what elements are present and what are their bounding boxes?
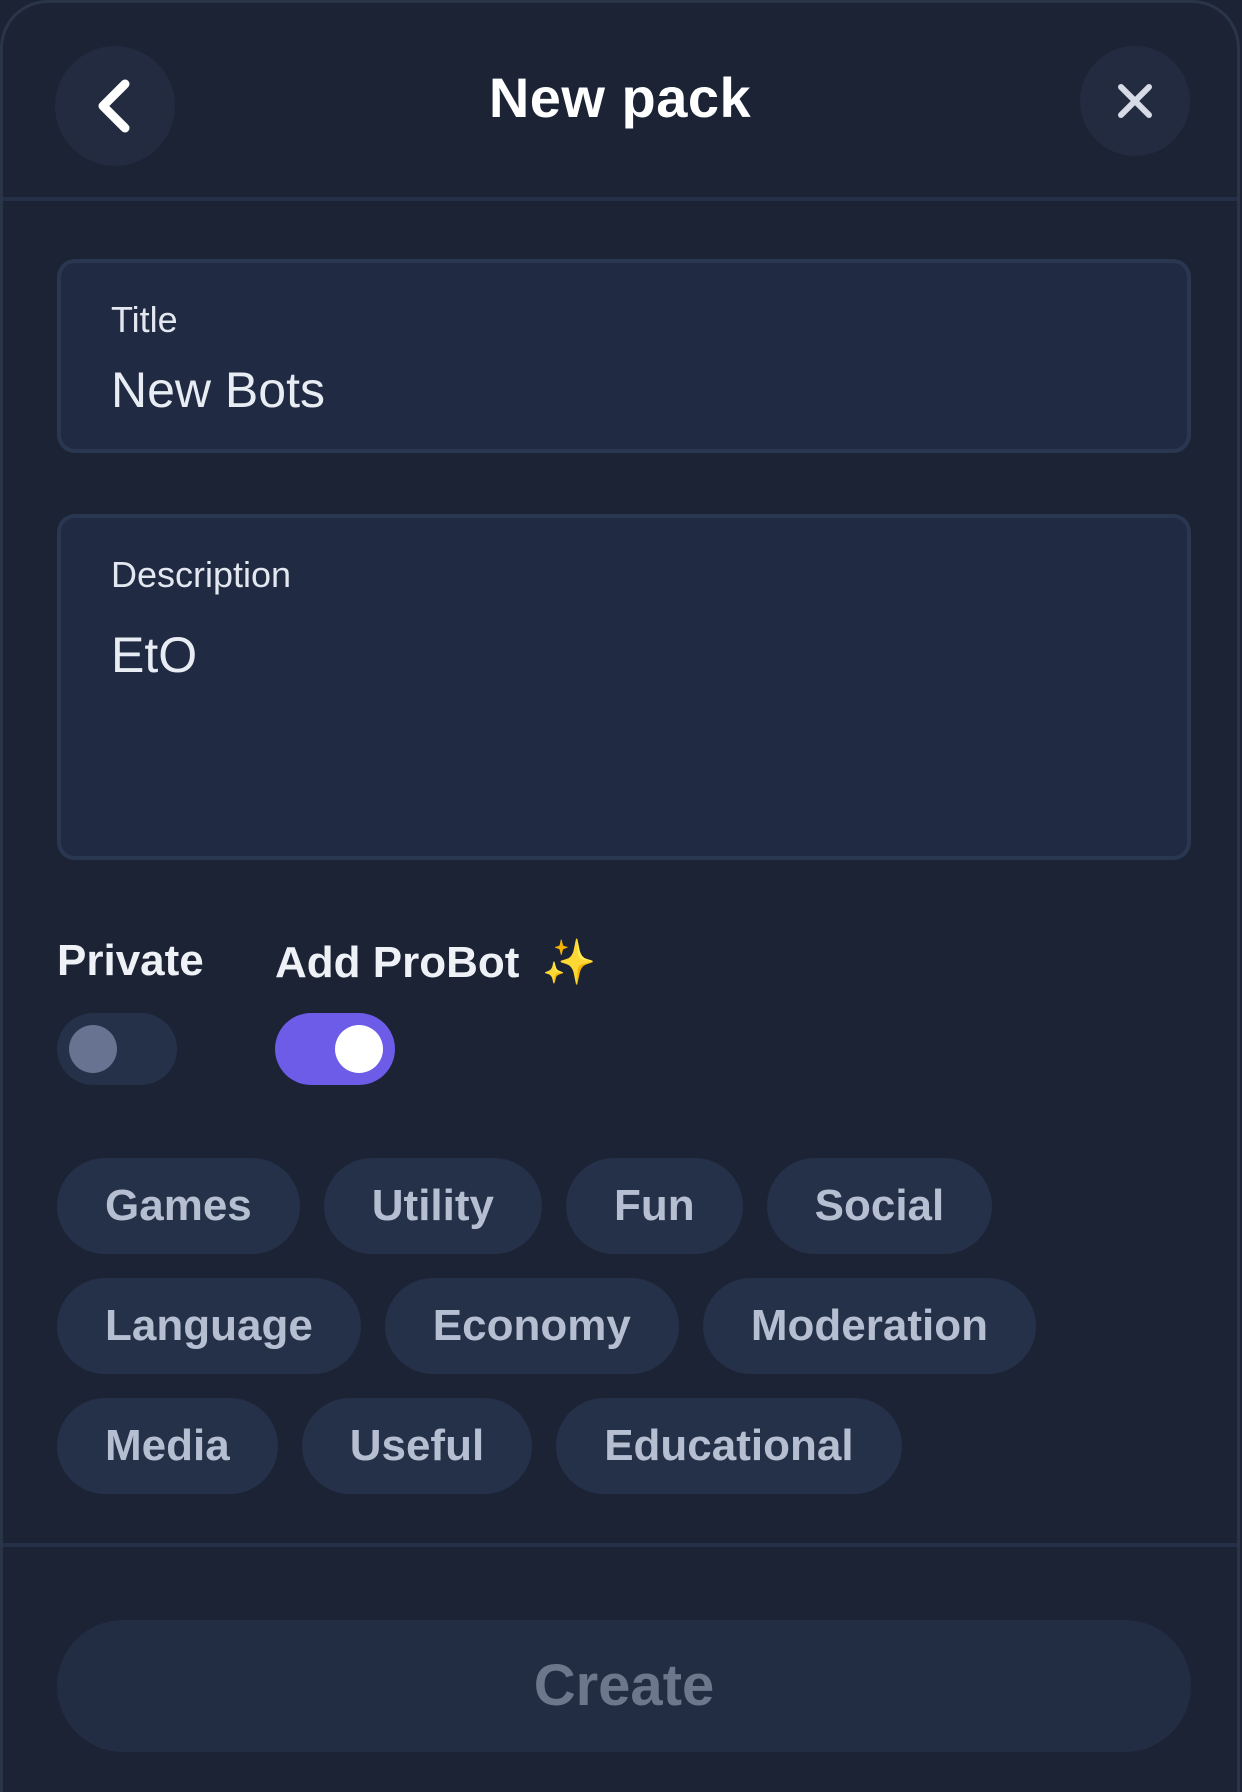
private-toggle-label: Private xyxy=(57,936,204,985)
sparkles-icon: ✨ xyxy=(541,938,597,987)
probot-toggle-label: Add ProBot ✨ xyxy=(275,936,596,988)
title-input[interactable]: New Bots xyxy=(111,361,1111,419)
tag-fun[interactable]: Fun xyxy=(566,1158,743,1254)
description-field-label: Description xyxy=(111,554,292,595)
tag-row: Language Economy Moderation xyxy=(57,1278,1197,1374)
create-button[interactable]: Create xyxy=(57,1620,1191,1752)
tag-social[interactable]: Social xyxy=(766,1158,993,1254)
tag-useful[interactable]: Useful xyxy=(301,1398,533,1494)
tag-row: Media Useful Educational xyxy=(57,1398,1197,1494)
probot-toggle-knob xyxy=(335,1025,383,1073)
private-toggle-knob xyxy=(69,1025,117,1073)
tag-moderation[interactable]: Moderation xyxy=(702,1278,1036,1374)
title-field-label: Title xyxy=(111,299,178,340)
tag-language[interactable]: Language xyxy=(57,1278,361,1374)
tag-games[interactable]: Games xyxy=(57,1158,300,1254)
probot-toggle[interactable] xyxy=(275,1013,395,1085)
footer-divider xyxy=(3,1543,1237,1547)
description-input[interactable]: EtO xyxy=(111,626,1111,684)
new-pack-sheet: New pack Title New Bots Description EtO … xyxy=(0,0,1240,1792)
close-button[interactable] xyxy=(1080,46,1190,156)
tag-utility[interactable]: Utility xyxy=(323,1158,542,1254)
tag-educational[interactable]: Educational xyxy=(556,1398,902,1494)
category-tags: Games Utility Fun Social Language Econom… xyxy=(57,1158,1197,1518)
tag-row: Games Utility Fun Social xyxy=(57,1158,1197,1254)
description-field[interactable]: Description EtO xyxy=(57,514,1191,860)
tag-economy[interactable]: Economy xyxy=(384,1278,679,1374)
private-toggle[interactable] xyxy=(57,1013,177,1085)
title-field[interactable]: Title New Bots xyxy=(57,259,1191,453)
probot-toggle-label-text: Add ProBot xyxy=(275,938,520,987)
page-title: New pack xyxy=(488,66,752,129)
close-icon xyxy=(1118,84,1152,118)
header: New pack xyxy=(3,3,1237,201)
tag-media[interactable]: Media xyxy=(57,1398,278,1494)
